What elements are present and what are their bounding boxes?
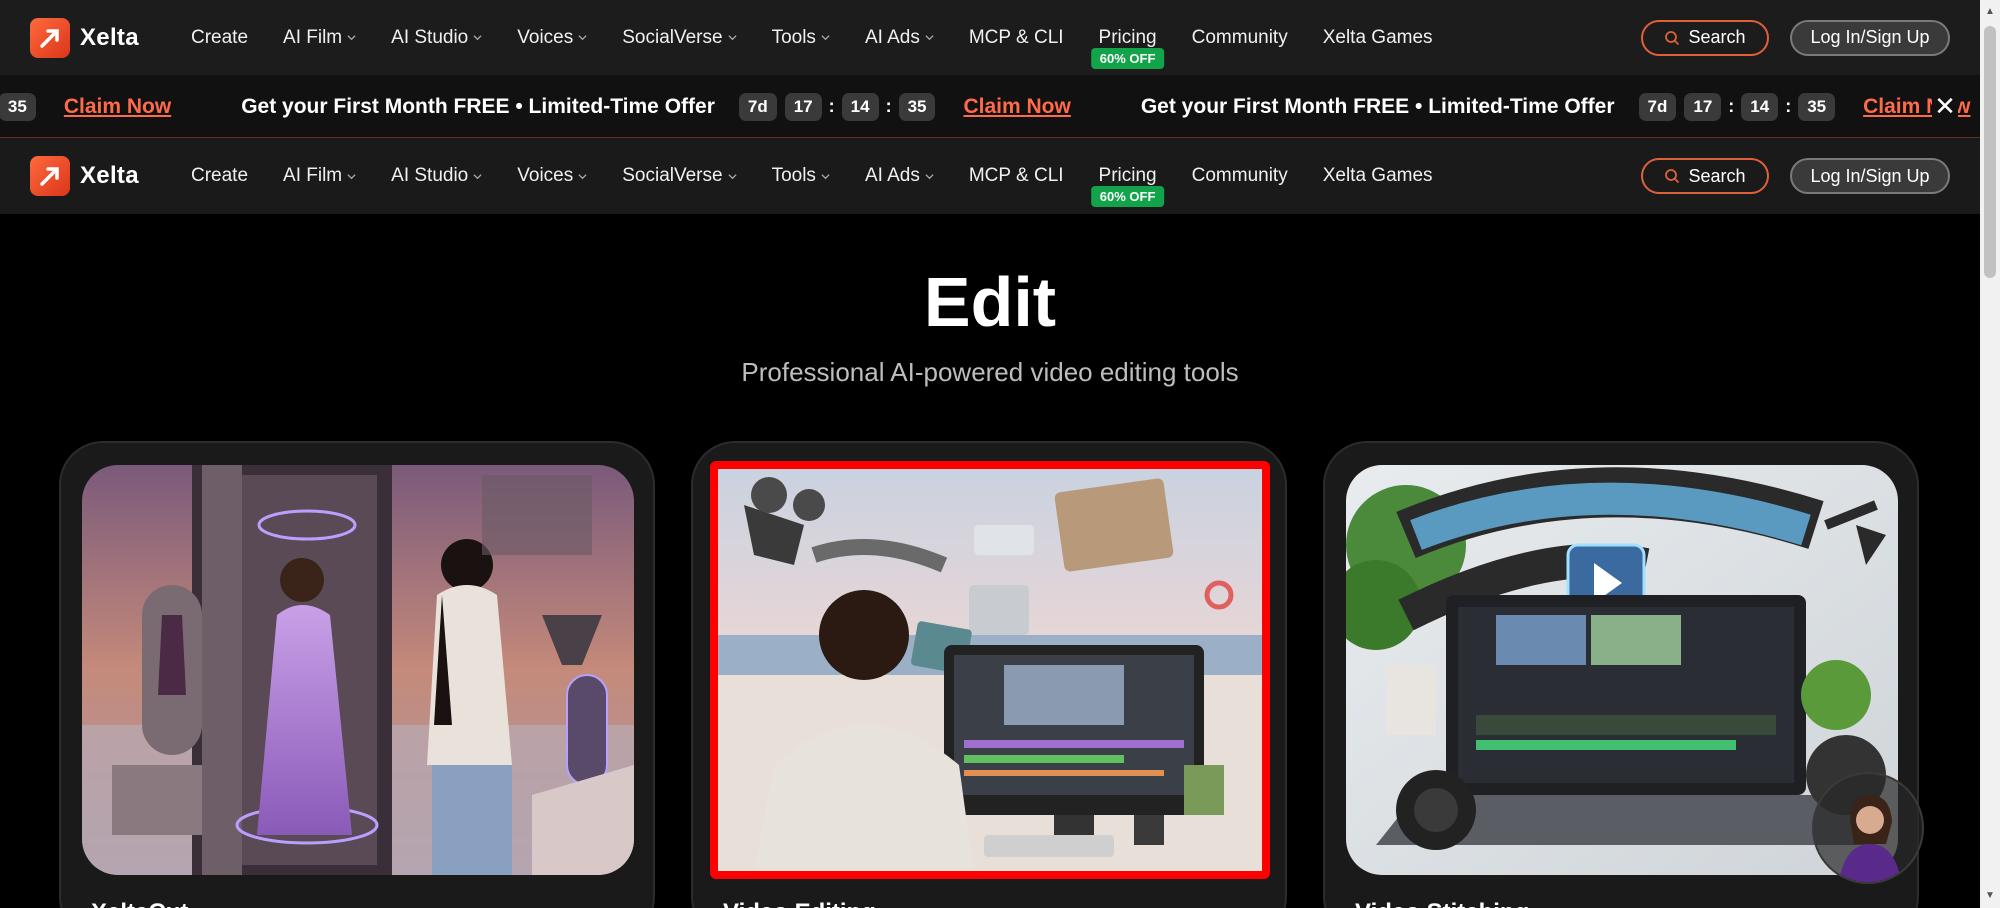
scroll-down-icon[interactable]: ▼ [1984, 890, 1996, 902]
nav-item-pricing[interactable]: Pricing 60% OFF [1090, 138, 1165, 214]
login-signup-button[interactable]: Log In/Sign Up [1790, 158, 1950, 194]
timer-minutes: 14 [1741, 92, 1779, 121]
card-image [710, 461, 1270, 879]
search-button[interactable]: Search [1641, 158, 1769, 194]
brand-logo[interactable]: Xelta [30, 17, 139, 58]
promo-group: Get your First Month FREE • Limited-Time… [241, 92, 1071, 121]
nav-item-xelta-games[interactable]: Xelta Games [1323, 0, 1433, 75]
brand-logo[interactable]: Xelta [30, 156, 139, 196]
assistant-avatar-button[interactable] [1812, 772, 1924, 884]
nav-item-ai-ads[interactable]: AI Ads [865, 0, 934, 75]
nav-item-mcp-cli[interactable]: MCP & CLI [969, 138, 1064, 214]
nav-item-community[interactable]: Community [1192, 0, 1288, 75]
promo-group: 14 : 35 Claim Now [0, 92, 171, 121]
chevron-down-icon [347, 173, 356, 179]
promo-banner: 14 : 35 Claim Now Get your First Month F… [0, 75, 1980, 138]
top-navbar: Xelta Create AI Film AI Studio Voices So… [0, 0, 1980, 75]
nav-item-ai-studio[interactable]: AI Studio [391, 138, 482, 214]
nav-item-create[interactable]: Create [191, 0, 248, 75]
brand-name: Xelta [80, 162, 139, 189]
promo-marquee: 14 : 35 Claim Now Get your First Month F… [0, 75, 1980, 137]
nav-item-voices[interactable]: Voices [517, 0, 587, 75]
nav-item-ai-ads[interactable]: AI Ads [865, 138, 934, 214]
chevron-down-icon [578, 173, 587, 179]
card-title: XeltaCut [91, 899, 188, 908]
close-icon[interactable]: ✕ [1932, 93, 1958, 119]
nav-item-community[interactable]: Community [1192, 138, 1288, 214]
claim-now-link[interactable]: Claim Now [64, 95, 171, 119]
promo-text: Get your First Month FREE • Limited-Time… [1140, 94, 1615, 118]
chevron-down-icon [578, 35, 587, 41]
pricing-discount-badge: 60% OFF [1090, 186, 1165, 207]
avatar [1838, 795, 1902, 882]
timer-hours: 17 [1684, 92, 1722, 121]
timer-seconds: 35 [898, 92, 936, 121]
page-title: Edit [923, 263, 1057, 341]
nav-item-tools[interactable]: Tools [772, 0, 830, 75]
chevron-down-icon [473, 173, 482, 179]
scrollbar-thumb[interactable] [1984, 26, 1996, 278]
chevron-down-icon [728, 35, 737, 41]
chevron-down-icon [347, 35, 356, 41]
card-image [82, 465, 634, 875]
chevron-down-icon [925, 173, 934, 179]
card-title: Video Editing [723, 899, 876, 908]
tool-card-video-editing[interactable]: Video Editing [691, 441, 1287, 908]
nav-item-socialverse[interactable]: SocialVerse [622, 138, 737, 214]
nav-item-create[interactable]: Create [191, 138, 248, 214]
search-button[interactable]: Search [1641, 19, 1769, 56]
timer-seconds: 35 [0, 92, 36, 121]
main-menu: Create AI Film AI Studio Voices SocialVe… [191, 0, 1468, 75]
nav-item-xelta-games[interactable]: Xelta Games [1323, 138, 1433, 214]
promo-text: Get your First Month FREE • Limited-Time… [241, 94, 715, 118]
nav-item-mcp-cli[interactable]: MCP & CLI [969, 0, 1064, 75]
pricing-discount-badge: 60% OFF [1090, 48, 1165, 69]
timer-hours: 17 [784, 92, 822, 121]
timer-days: 7d [738, 92, 777, 121]
tool-card-xeltacut[interactable]: XeltaCut [59, 441, 655, 908]
nav-item-socialverse[interactable]: SocialVerse [622, 0, 737, 75]
chevron-down-icon [821, 173, 830, 179]
nav-item-voices[interactable]: Voices [517, 138, 587, 214]
timer-seconds: 35 [1798, 92, 1836, 121]
nav-item-ai-studio[interactable]: AI Studio [391, 0, 482, 75]
chevron-down-icon [925, 35, 934, 41]
login-signup-button[interactable]: Log In/Sign Up [1790, 19, 1950, 56]
main-menu: Create AI Film AI Studio Voices SocialVe… [191, 138, 1468, 214]
sticky-navbar: Xelta Create AI Film AI Studio Voices So… [0, 138, 1980, 214]
chevron-down-icon [728, 173, 737, 179]
scroll-up-icon[interactable]: ▲ [1984, 6, 1996, 18]
promo-group: Get your First Month FREE • Limited-Time… [1140, 92, 1970, 121]
claim-now-link[interactable]: Claim Now [963, 95, 1070, 119]
logo-icon [30, 156, 70, 196]
chevron-down-icon [473, 35, 482, 41]
nav-item-pricing[interactable]: Pricing 60% OFF [1090, 0, 1165, 75]
nav-item-ai-film[interactable]: AI Film [283, 0, 356, 75]
search-icon [1665, 169, 1680, 184]
timer-days: 7d [1638, 92, 1677, 121]
search-icon [1665, 30, 1680, 45]
chevron-down-icon [821, 35, 830, 41]
page-scrollbar[interactable]: ▲ ▼ [1980, 0, 2000, 908]
logo-icon [30, 17, 70, 58]
card-title: Video Stitching [1355, 899, 1529, 908]
timer-minutes: 14 [841, 92, 879, 121]
nav-item-ai-film[interactable]: AI Film [283, 138, 356, 214]
page-subtitle: Professional AI-powered video editing to… [741, 357, 1239, 387]
brand-name: Xelta [80, 23, 139, 51]
nav-item-tools[interactable]: Tools [772, 138, 830, 214]
